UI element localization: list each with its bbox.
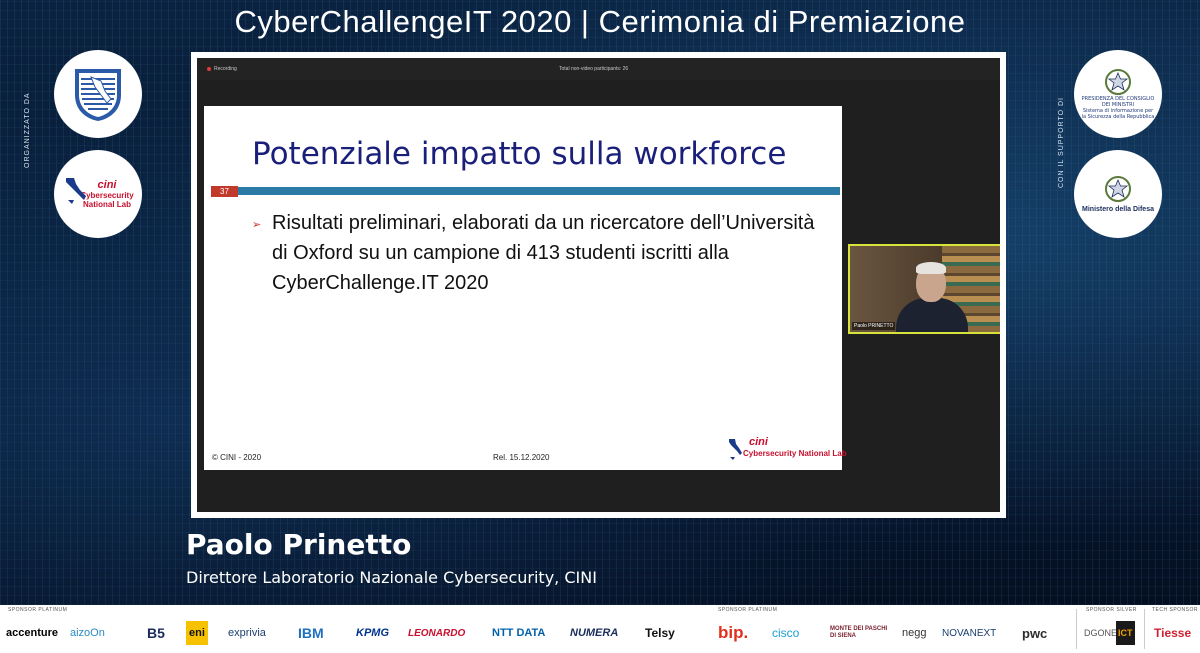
sponsor-logo-mps: MONTE DEI PASCHI DI SIENA xyxy=(830,626,888,639)
meeting-toolbar: Recording Total non-video participants: … xyxy=(197,58,1000,80)
sponsor-silver-label: SPONSOR SILVER xyxy=(1086,607,1137,613)
recording-dot-icon xyxy=(207,67,211,71)
sponsor-bar: SPONSOR PLATINUM SPONSOR PLATINUM SPONSO… xyxy=(0,605,1200,653)
slide-logo-cini: cini xyxy=(749,436,768,448)
sponsor-platinum-label: SPONSOR PLATINUM xyxy=(8,607,68,613)
italy-map-icon xyxy=(66,178,86,204)
slide-cini-logo: cini Cybersecurity National Lab xyxy=(727,436,847,464)
meeting-window: Recording Total non-video participants: … xyxy=(197,58,1000,512)
slide-rule xyxy=(238,187,840,195)
organized-by-label: ORGANIZZATO DA xyxy=(24,92,31,168)
presentation-slide: Potenziale impatto sulla workforce 37 ➢ … xyxy=(204,106,847,470)
gov-line-1: PRESIDENZA DEL CONSIGLIO DEI MINISTRI xyxy=(1081,96,1155,108)
sponsor-logo-dgone: DGONE xyxy=(1084,628,1118,638)
sponsor-logo-cisco: cisco xyxy=(772,626,800,640)
sponsor-logo-numera: NUMERA xyxy=(570,627,619,639)
event-title: CyberChallengeIT 2020 | Cerimonia di Pre… xyxy=(234,4,966,39)
sponsor-logo-ibm: IBM xyxy=(298,625,324,641)
sponsor-logo-aizoon: aizoOn xyxy=(70,627,105,639)
sponsor-logo-b5: B5 xyxy=(147,625,165,641)
organizer-logo-cini: cini Cybersecurity National Lab xyxy=(54,150,142,238)
slide-footer-copyright: © CINI - 2020 xyxy=(212,453,262,462)
slide-number: 37 xyxy=(211,186,238,197)
difesa-label: Ministero della Difesa xyxy=(1082,206,1154,213)
difesa-emblem-icon xyxy=(1105,176,1131,202)
speaker-role: Direttore Laboratorio Nazionale Cybersec… xyxy=(186,568,597,587)
italy-map-icon xyxy=(729,439,742,460)
italy-shield-icon xyxy=(75,69,121,121)
speaker-video-tile[interactable]: Paolo PRINETTO xyxy=(848,244,1000,334)
supporter-logo-difesa: Ministero della Difesa xyxy=(1074,150,1162,238)
slide-footer-release: Rel. 15.12.2020 xyxy=(493,453,550,462)
bullet-arrow-icon: ➢ xyxy=(252,219,262,231)
sponsor-logo-ict: ICT xyxy=(1116,621,1135,645)
sponsor-logo-eni: eni xyxy=(186,621,208,645)
sponsor-logo-accenture: accenture xyxy=(6,627,58,639)
sponsor-platinum-label-2: SPONSOR PLATINUM xyxy=(718,607,778,613)
sponsor-logo-nttdata: NTT DATA xyxy=(492,627,546,639)
sponsor-logo-tiesse: Tiesse xyxy=(1154,626,1192,640)
slide-logo-subtitle: Cybersecurity National Lab xyxy=(743,449,847,458)
video-frame: Recording Total non-video participants: … xyxy=(191,52,1006,518)
republic-emblem-icon xyxy=(1105,69,1131,95)
sponsor-logo-pwc: pwc xyxy=(1022,625,1048,641)
gov-line-2: Sistema di informazione per la Sicurezza… xyxy=(1081,108,1155,120)
supported-by-label: CON IL SUPPORTO DI xyxy=(1058,97,1065,188)
recording-label: Recording xyxy=(214,66,237,72)
sponsor-logo-bip: bip. xyxy=(718,623,749,642)
sponsor-logo-telsy: Telsy xyxy=(645,626,675,640)
organizer-logo-italy xyxy=(54,50,142,138)
sponsor-logo-leonardo: LEONARDO xyxy=(408,627,466,639)
speaker-name: Paolo Prinetto xyxy=(186,528,412,561)
supporter-logo-presidenza: PRESIDENZA DEL CONSIGLIO DEI MINISTRI Si… xyxy=(1074,50,1162,138)
speaker-tile-name: Paolo PRINETTO xyxy=(852,322,896,330)
sponsor-logo-novanext: NOVANEXT xyxy=(942,627,997,639)
recording-indicator: Recording xyxy=(207,66,237,72)
sponsor-logo-kpmg: KPMG xyxy=(356,627,389,639)
sponsor-logo-negg: negg xyxy=(902,627,927,639)
tech-sponsor-label: TECH SPONSOR xyxy=(1152,607,1199,613)
slide-title: Potenziale impatto sulla workforce xyxy=(252,136,787,172)
sponsor-logo-exprivia: exprivia xyxy=(228,627,266,639)
slide-bullet-text: Risultati preliminari, elaborati da un r… xyxy=(272,212,815,294)
participants-dropdown[interactable]: Total non-video participants: 26 xyxy=(559,66,628,72)
